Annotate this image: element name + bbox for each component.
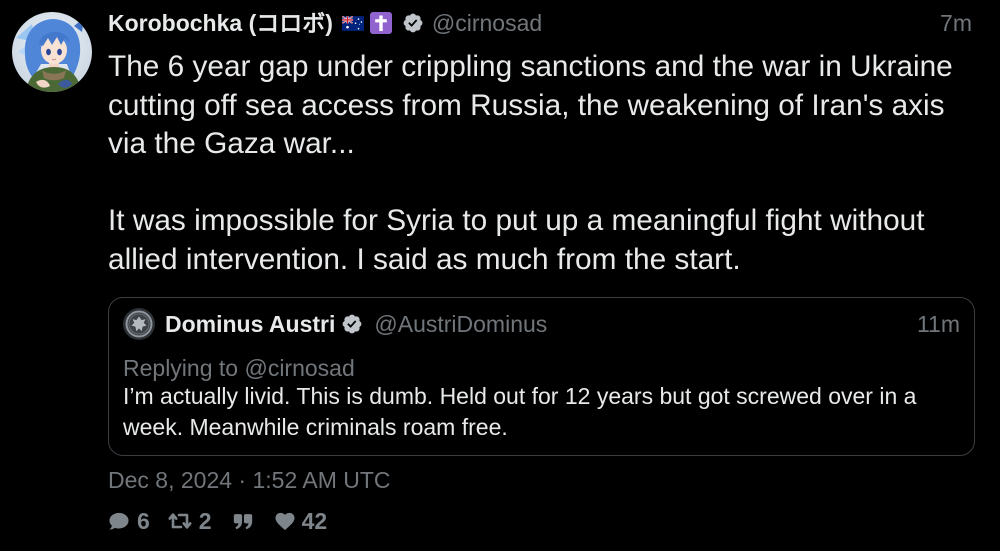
retweet-button[interactable]: 2 bbox=[168, 508, 212, 534]
author-avatar[interactable] bbox=[12, 12, 92, 92]
latin-cross-icon bbox=[369, 12, 392, 34]
speech-bubble-icon bbox=[109, 512, 129, 530]
heart-icon bbox=[275, 512, 295, 531]
verified-badge-icon bbox=[403, 13, 423, 33]
quoted-text-line: I’m actually livid. This is dumb. Held o… bbox=[123, 383, 917, 409]
tweet-time-ago[interactable]: 7m bbox=[940, 9, 972, 37]
quoted-tweet-header: Dominus Austri @AustriDominus bbox=[165, 310, 547, 338]
australia-flag-icon bbox=[341, 15, 364, 31]
quoted-time-ago[interactable]: 11m bbox=[917, 310, 960, 338]
quote-icon bbox=[233, 513, 252, 529]
tweet-timestamp[interactable]: Dec 8, 2024 · 1:52 AM UTC bbox=[108, 466, 391, 494]
tweet-paragraph: It was impossible for Syria to put up a … bbox=[108, 202, 953, 279]
quote-button[interactable] bbox=[232, 512, 254, 531]
author-name[interactable]: Korobochka (コロボ) bbox=[108, 9, 333, 37]
quoted-author-name[interactable]: Dominus Austri bbox=[165, 310, 335, 338]
tweet-text-line: It was impossible for Syria to put up a … bbox=[108, 204, 925, 237]
like-count: 42 bbox=[301, 508, 328, 534]
replying-to: Replying to @cirnosad bbox=[123, 353, 355, 383]
tweet-text: The 6 year gap under crippling sanctions… bbox=[108, 48, 953, 279]
tweet-text-line: cutting off sea access from Russia, the … bbox=[108, 88, 945, 122]
reply-button[interactable]: 6 bbox=[108, 508, 150, 534]
replying-to-handle[interactable]: @cirnosad bbox=[244, 355, 354, 381]
retweet-count: 2 bbox=[198, 508, 212, 534]
verified-badge-icon bbox=[342, 314, 362, 334]
tweet-text-line: via the Gaza war... bbox=[108, 127, 355, 160]
tweet-paragraph: The 6 year gap under crippling sanctions… bbox=[108, 48, 953, 164]
anime-girl-avatar-icon bbox=[12, 12, 92, 92]
quoted-author-avatar[interactable] bbox=[123, 308, 155, 340]
emblem-avatar-icon bbox=[123, 308, 155, 340]
tweet-stats: 6 2 42 bbox=[108, 508, 327, 534]
tweet-text-line: The 6 year gap under crippling sanctions… bbox=[108, 50, 953, 83]
quoted-text-line: week. Meanwhile criminals roam free. bbox=[123, 414, 508, 440]
reply-count: 6 bbox=[137, 508, 150, 534]
tweet-header: Korobochka (コロボ) @cirnosad bbox=[108, 9, 542, 37]
like-button[interactable]: 42 bbox=[274, 508, 328, 534]
quoted-author-handle[interactable]: @AustriDominus bbox=[374, 310, 547, 338]
retweet-icon bbox=[168, 513, 192, 529]
quoted-tweet-card[interactable]: Dominus Austri @AustriDominus 11m Replyi… bbox=[108, 297, 975, 456]
quoted-tweet-text: I’m actually livid. This is dumb. Held o… bbox=[123, 381, 916, 443]
author-handle[interactable]: @cirnosad bbox=[432, 9, 542, 37]
replying-to-label: Replying to bbox=[123, 355, 239, 381]
tweet-text-line: allied intervention. I said as much from… bbox=[108, 242, 741, 276]
